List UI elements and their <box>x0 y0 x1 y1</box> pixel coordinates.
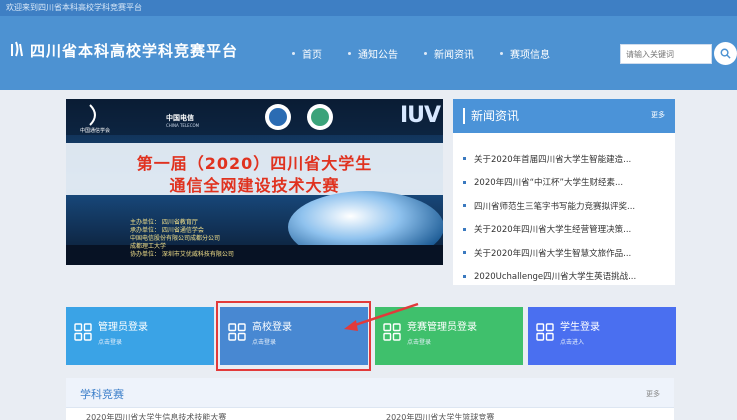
grid-icon <box>536 323 554 341</box>
admin-login-sub: 点击登录 <box>98 339 123 346</box>
subject-item[interactable]: 2020年四川省大学生信息技术技能大赛 <box>86 412 226 420</box>
annotation-arrow-icon <box>344 302 419 331</box>
organizer-line: 承办单位： 四川省通信学会 <box>130 227 204 234</box>
news-panel-title: 新闻资讯 <box>471 109 520 123</box>
news-more-link[interactable]: 更多 <box>651 110 665 120</box>
search-button[interactable] <box>714 42 737 65</box>
news-item[interactable]: 关于2020年首届四川省大学生智能建造... <box>453 147 675 171</box>
main-nav: 首页 通知公告 新闻资讯 赛项信息 <box>292 46 550 61</box>
news-item[interactable]: 关于2020年四川省大学生智慧文旅作品... <box>453 241 675 265</box>
news-panel: 新闻资讯 更多 关于2020年首届四川省大学生智能建造... 2020年四川省“… <box>453 99 675 285</box>
student-login-tile[interactable]: 学生登录 点击进入 <box>528 307 676 365</box>
subject-item[interactable]: 2020年四川省大学生篮球竞赛 <box>386 412 494 420</box>
news-item[interactable]: 四川省师范生三笔字书写能力竞赛拟评奖... <box>453 194 675 218</box>
site-header: 四川省本科高校学科竞赛平台 首页 通知公告 新闻资讯 赛项信息 <box>0 16 737 90</box>
subject-competition-section: 学科竞赛 更多 2020年四川省大学生信息技术技能大赛 2020年四川省大学生篮… <box>66 378 674 420</box>
bullet-icon <box>348 52 351 55</box>
subject-more-link[interactable]: 更多 <box>646 389 660 399</box>
bullet-icon <box>424 52 427 55</box>
admin-login-label: 管理员登录 <box>98 322 148 333</box>
student-login-label: 学生登录 <box>560 322 600 333</box>
nav-events-label: 赛项信息 <box>510 50 550 61</box>
banner-org-name: 中国通信学会 <box>80 128 111 134</box>
news-item-title: 关于2020年四川省大学生智慧文旅作品... <box>474 248 632 259</box>
nav-home-label: 首页 <box>302 50 322 61</box>
banner-carousel[interactable]: 中国通信学会 中国电信 CHINA TELECOM IUV 第一届（2020）四… <box>66 99 443 265</box>
welcome-text: 欢迎来到四川省本科高校学科竞赛平台 <box>6 3 142 12</box>
site-logo-icon <box>11 41 23 57</box>
subject-section-header: 学科竞赛 更多 <box>66 378 674 408</box>
news-item-title: 关于2020年首届四川省大学生智能建造... <box>474 154 632 165</box>
banner-brand: 中国电信 <box>166 114 194 122</box>
banner-headline: 第一届（2020）四川省大学生 通信全网建设技术大赛 <box>66 153 443 197</box>
banner-organizers: 主办单位： 四川省教育厅 承办单位： 四川省通信学会 中国电信股份有限公司成都分… <box>130 219 234 259</box>
contest-admin-login-sub: 点击登录 <box>407 339 432 346</box>
nav-news[interactable]: 新闻资讯 <box>424 46 474 61</box>
nav-news-label: 新闻资讯 <box>434 50 474 61</box>
grid-icon <box>74 323 92 341</box>
nav-home[interactable]: 首页 <box>292 46 322 61</box>
nav-events[interactable]: 赛项信息 <box>500 46 550 61</box>
subject-section-title: 学科竞赛 <box>80 388 124 401</box>
news-header-bar <box>463 108 465 124</box>
site-title[interactable]: 四川省本科高校学科竞赛平台 <box>30 40 238 61</box>
nav-notices-label: 通知公告 <box>358 50 398 61</box>
top-strip: 欢迎来到四川省本科高校学科竞赛平台 <box>0 0 737 16</box>
organizer-line: 协办单位： 深圳市艾优威科技有限公司 <box>130 251 234 258</box>
bullet-icon <box>463 204 466 208</box>
search-input[interactable] <box>620 44 712 64</box>
banner-headline-line2: 通信全网建设技术大赛 <box>169 176 340 195</box>
bullet-icon <box>463 180 466 184</box>
news-panel-header: 新闻资讯 更多 <box>453 99 675 133</box>
news-item[interactable]: 2020Uchallenge四川省大学生英语挑战... <box>453 265 675 289</box>
banner-iuv-logo: IUV <box>400 103 441 128</box>
news-item[interactable]: 关于2020年四川省大学生经营管理决策... <box>453 218 675 242</box>
banner-brand-en: CHINA TELECOM <box>166 123 200 128</box>
news-list: 关于2020年首届四川省大学生智能建造... 2020年四川省“中江杯”大学生财… <box>453 133 675 288</box>
banner-headline-line1: 第一届（2020）四川省大学生 <box>136 154 373 173</box>
bullet-icon <box>292 52 295 55</box>
news-item[interactable]: 2020年四川省“中江杯”大学生财经素... <box>453 171 675 195</box>
news-item-title: 四川省师范生三笔字书写能力竞赛拟评奖... <box>474 201 636 212</box>
organizer-line: 中国电信股份有限公司成都分公司 <box>130 235 221 242</box>
news-item-title: 2020年四川省“中江杯”大学生财经素... <box>474 178 624 189</box>
bullet-icon <box>463 227 466 231</box>
organizer-line: 成都理工大学 <box>130 243 167 250</box>
bullet-icon <box>500 52 503 55</box>
student-login-sub: 点击进入 <box>560 339 585 346</box>
nav-notices[interactable]: 通知公告 <box>348 46 398 61</box>
organizer-line: 主办单位： 四川省教育厅 <box>130 219 198 226</box>
bullet-icon <box>463 157 466 161</box>
news-item-title: 2020Uchallenge四川省大学生英语挑战... <box>474 272 637 283</box>
admin-login-tile[interactable]: 管理员登录 点击登录 <box>66 307 214 365</box>
news-item-title: 关于2020年四川省大学生经营管理决策... <box>474 225 632 236</box>
bullet-icon <box>463 251 466 255</box>
search-icon <box>720 48 731 59</box>
bullet-icon <box>463 274 466 278</box>
